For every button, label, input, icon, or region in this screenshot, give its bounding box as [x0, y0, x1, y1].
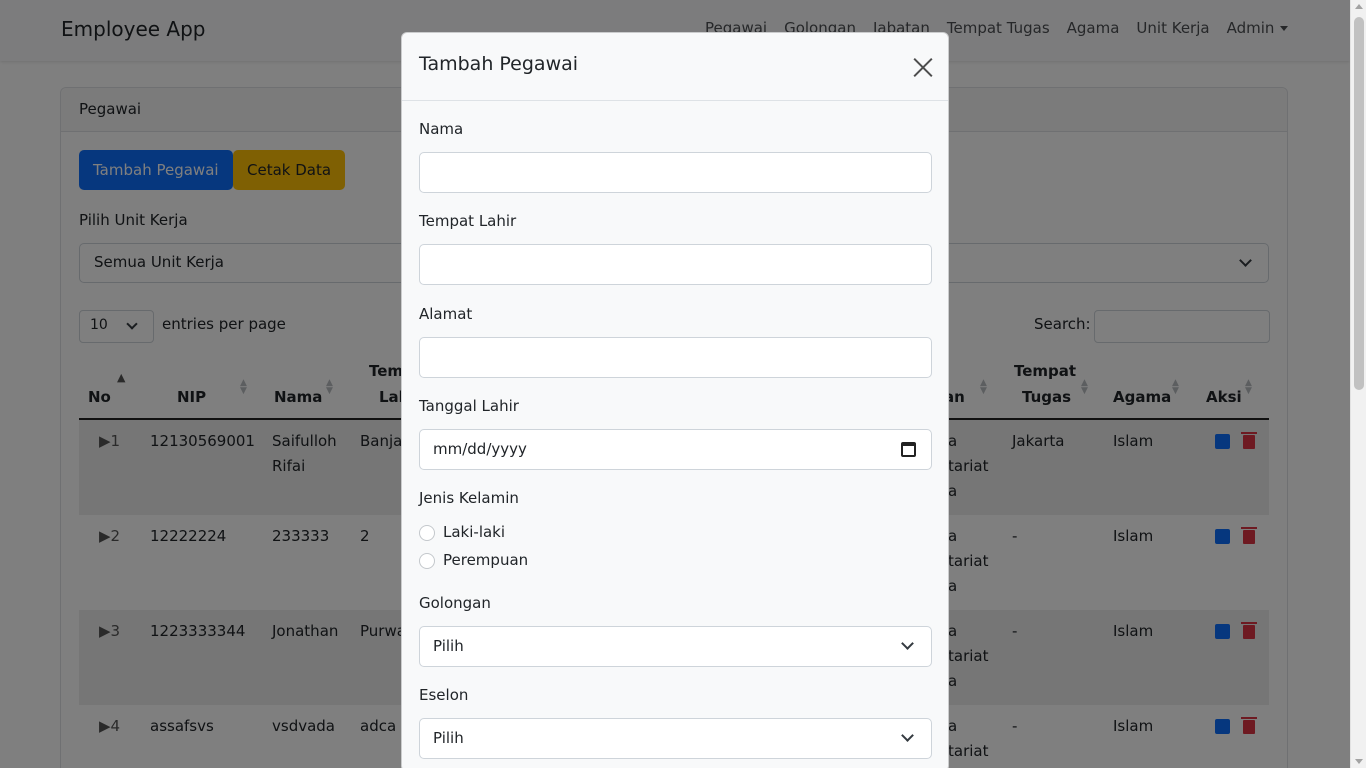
- jenis-kelamin-label: Jenis Kelamin: [419, 489, 519, 507]
- scrollbar-thumb[interactable]: [1354, 17, 1364, 390]
- tanggal-lahir-label: Tanggal Lahir: [419, 397, 519, 415]
- chevron-down-icon: [901, 637, 914, 650]
- date-placeholder: mm/dd/yyyy: [433, 440, 527, 458]
- nama-label: Nama: [419, 120, 464, 138]
- scroll-down-arrow-icon[interactable]: [1355, 759, 1363, 764]
- alamat-input[interactable]: [419, 337, 932, 378]
- close-icon[interactable]: [912, 56, 935, 79]
- eselon-selected: Pilih: [433, 729, 464, 747]
- golongan-select[interactable]: Pilih: [419, 626, 932, 667]
- nama-input[interactable]: [419, 152, 932, 193]
- modal-header: Tambah Pegawai: [402, 33, 948, 101]
- modal-title: Tambah Pegawai: [419, 53, 579, 75]
- tempat-lahir-input[interactable]: [419, 244, 932, 285]
- scroll-up-arrow-icon[interactable]: [1355, 4, 1363, 9]
- tanggal-lahir-input[interactable]: mm/dd/yyyy: [419, 429, 932, 470]
- radio-laki-laki[interactable]: [419, 525, 435, 541]
- tempat-lahir-label: Tempat Lahir: [419, 212, 517, 230]
- eselon-label: Eselon: [419, 686, 469, 704]
- add-employee-modal: Tambah Pegawai Nama Tempat Lahir Alamat …: [401, 32, 949, 768]
- radio-laki-laki-label[interactable]: Laki-laki: [443, 523, 505, 541]
- chevron-down-icon: [901, 729, 914, 742]
- alamat-label: Alamat: [419, 305, 473, 323]
- radio-perempuan-label[interactable]: Perempuan: [443, 551, 528, 569]
- radio-perempuan[interactable]: [419, 553, 435, 569]
- eselon-select[interactable]: Pilih: [419, 718, 932, 759]
- golongan-selected: Pilih: [433, 637, 464, 655]
- golongan-label: Golongan: [419, 594, 491, 612]
- page-scrollbar[interactable]: [1350, 0, 1366, 768]
- calendar-icon[interactable]: [901, 442, 916, 457]
